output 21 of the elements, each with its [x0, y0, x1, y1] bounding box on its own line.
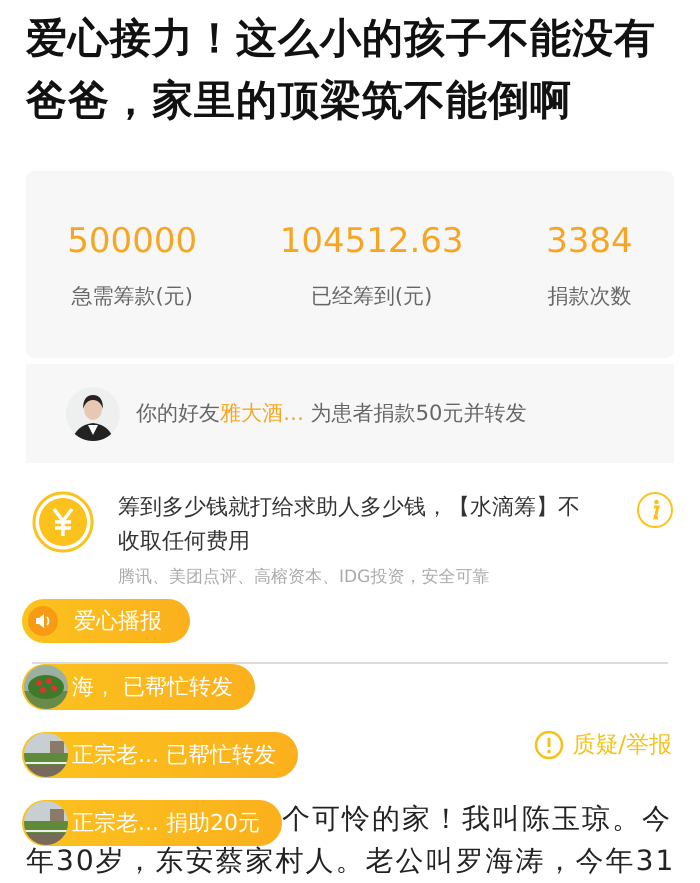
info-icon — [636, 491, 674, 529]
broadcast-item: 正宗老... 已帮忙转发 — [22, 732, 298, 778]
story-text: 个可怜的家！我叫陈玉琼。今 — [282, 801, 672, 838]
stat-value: 500000 — [67, 220, 198, 264]
backers-text: 腾讯、美团点评、高榕资本、IDG投资，安全可靠 — [118, 567, 490, 588]
stat-label: 捐款次数 — [546, 283, 632, 310]
page-title: 爱心接力！这么小的孩子不能没有爸爸，家里的顶梁筑不能倒啊 — [24, 13, 657, 126]
donation-notice: 你的好友雅大酒… 为患者捐款50元并转发 — [136, 400, 526, 427]
yuan-coin-icon — [32, 491, 94, 553]
story-text: 年30岁，东安蔡家村人。老公叫罗海涛，今年31 — [26, 843, 676, 880]
broadcast-badge: 爱心播报 — [22, 599, 190, 643]
speaker-icon — [28, 606, 58, 636]
warning-icon — [534, 730, 564, 760]
stat-label: 已经筹到(元) — [310, 283, 434, 310]
broadcast-item: 正宗老... 捐助20元 — [22, 800, 282, 846]
broadcast-item: 海， 已帮忙转发 — [22, 664, 255, 710]
report-link[interactable]: 质疑/举报 — [534, 728, 672, 762]
stat-value: 104512.63 — [280, 220, 464, 264]
guarantee-text: 筹到多少钱就打给求助人多少钱，【水滴筹】不收取任何费用 — [118, 494, 581, 556]
stat-value: 3384 — [546, 220, 633, 264]
stat-label: 急需筹款(元) — [70, 283, 194, 310]
